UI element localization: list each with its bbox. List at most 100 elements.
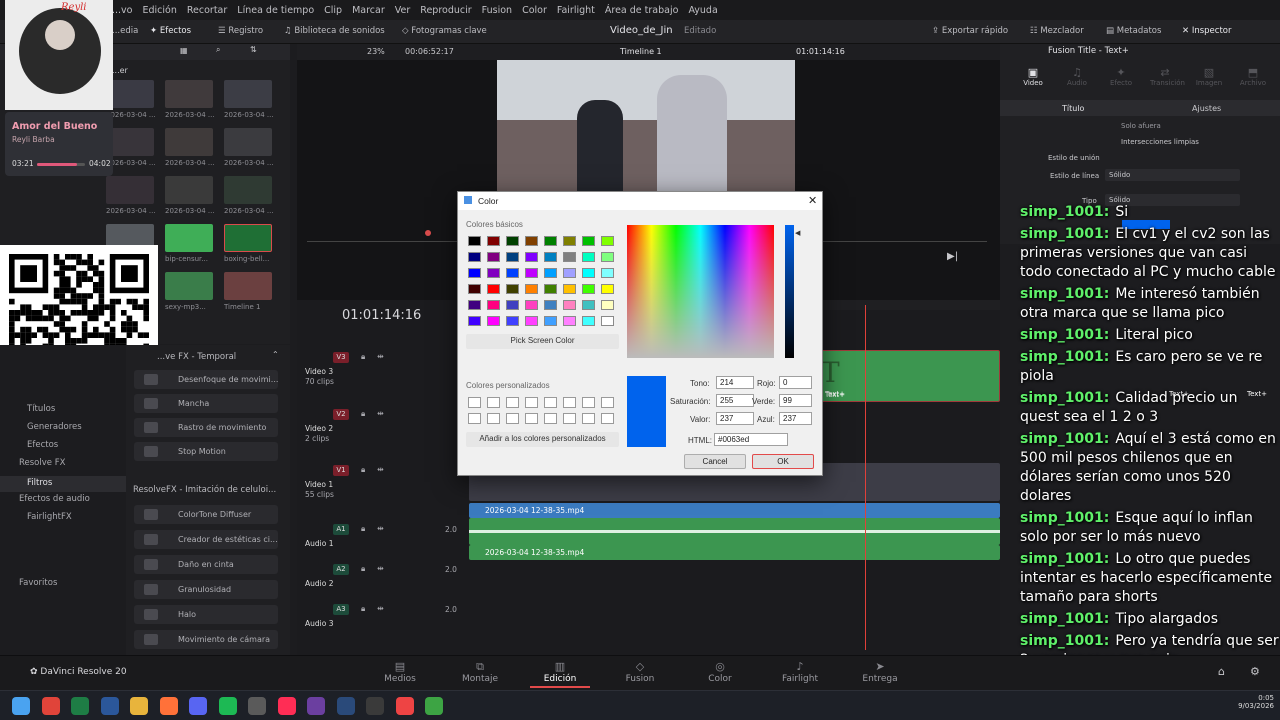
track-id-badge[interactable]: V3 [333, 352, 349, 363]
basic-color-swatch[interactable] [601, 284, 614, 294]
basic-color-swatch[interactable] [601, 236, 614, 246]
cancel-button[interactable]: Cancel [684, 454, 746, 469]
media-thumbnail[interactable] [165, 272, 213, 300]
taskbar-app-icon[interactable] [366, 697, 384, 715]
custom-color-swatch[interactable] [544, 397, 557, 408]
custom-color-swatch[interactable] [563, 413, 576, 424]
track-header[interactable]: A1 Audio 1 2.0 🔒︎ ⇹ [297, 522, 467, 562]
basic-color-swatch[interactable] [487, 252, 500, 262]
basic-color-swatch[interactable] [601, 300, 614, 310]
hue-input[interactable]: 214 [716, 376, 754, 389]
basic-color-swatch[interactable] [544, 284, 557, 294]
link-icon[interactable]: ⇹ [377, 564, 384, 573]
media-thumbnail[interactable] [165, 176, 213, 204]
sound-library-tab[interactable]: ♫ Biblioteca de sonidos [284, 26, 385, 36]
basic-color-swatch[interactable] [525, 252, 538, 262]
grid-view-icon[interactable]: ▦ [180, 46, 188, 55]
basic-color-swatch[interactable] [544, 316, 557, 326]
menu-item[interactable]: Línea de tiempo [237, 5, 314, 16]
lock-icon[interactable]: 🔒︎ [361, 604, 365, 614]
basic-color-swatch[interactable] [582, 300, 595, 310]
taskbar-app-icon[interactable] [189, 697, 207, 715]
track-header[interactable]: V3 Video 3 70 clips 🔒︎ ⇹ [297, 350, 467, 390]
page-tab[interactable]: ⧉ Montaje [450, 660, 510, 684]
timeline-playhead[interactable] [865, 305, 866, 650]
taskbar-app-icon[interactable] [277, 697, 296, 715]
basic-color-swatch[interactable] [563, 300, 576, 310]
taskbar-app-icon[interactable] [159, 697, 178, 715]
nav-titles[interactable]: Títulos [27, 404, 55, 414]
link-icon[interactable]: ⇹ [377, 604, 384, 613]
media-thumbnail[interactable] [106, 176, 154, 204]
custom-color-swatch[interactable] [582, 397, 595, 408]
playhead-marker[interactable] [425, 230, 431, 236]
basic-color-swatch[interactable] [525, 316, 538, 326]
basic-color-swatch[interactable] [601, 316, 614, 326]
inspector-tab[interactable]: ⬒ Archivo [1238, 66, 1268, 87]
media-thumbnail[interactable] [224, 80, 272, 108]
pick-screen-color-button[interactable]: Pick Screen Color [466, 334, 619, 349]
red-input[interactable]: 0 [779, 376, 812, 389]
blue-input[interactable]: 237 [779, 412, 812, 425]
menu-item[interactable]: Reproducir [420, 5, 471, 16]
media-thumbnail[interactable] [165, 128, 213, 156]
sort-icon[interactable]: ⇅ [250, 45, 257, 54]
basic-color-swatch[interactable] [563, 236, 576, 246]
media-thumbnail[interactable] [224, 224, 272, 252]
effect-item[interactable]: Desenfoque de movimi... [134, 370, 278, 389]
lock-icon[interactable]: 🔒︎ [361, 564, 365, 574]
basic-color-swatch[interactable] [487, 236, 500, 246]
link-icon[interactable]: ⇹ [377, 465, 384, 474]
custom-color-swatch[interactable] [544, 413, 557, 424]
metadata-button[interactable]: ▤ Metadatos [1106, 26, 1161, 36]
lock-icon[interactable]: 🔒︎ [361, 409, 365, 419]
timeline-selector[interactable]: Timeline 1 [620, 47, 662, 56]
menu-item[interactable]: Ayuda [688, 5, 717, 16]
lock-icon[interactable]: 🔒︎ [361, 352, 365, 362]
menu-item[interactable]: Fairlight [557, 5, 595, 16]
menu-item[interactable]: Área de trabajo [605, 5, 679, 16]
value-slider[interactable] [785, 225, 794, 358]
effect-item[interactable]: Halo [134, 605, 278, 624]
effects-tab[interactable]: ✦ Efectos [150, 26, 191, 36]
media-thumbnail[interactable] [165, 224, 213, 252]
taskbar-app-icon[interactable] [336, 697, 355, 715]
basic-color-swatch[interactable] [563, 252, 576, 262]
page-tab[interactable]: ➤ Entrega [850, 660, 910, 684]
audio-clip-2[interactable]: 2026-03-04 12-38-35.mp4 [469, 545, 1000, 560]
basic-color-swatch[interactable] [525, 236, 538, 246]
basic-color-swatch[interactable] [525, 300, 538, 310]
menu-item[interactable]: Clip [324, 5, 342, 16]
custom-color-swatch[interactable] [582, 413, 595, 424]
basic-color-swatch[interactable] [601, 268, 614, 278]
track-header[interactable]: V1 Video 1 55 clips 🔒︎ ⇹ [297, 463, 467, 503]
basic-color-swatch[interactable] [506, 236, 519, 246]
media-thumbnail[interactable] [224, 176, 272, 204]
basic-color-swatch[interactable] [468, 284, 481, 294]
audio-clip-header[interactable]: 2026-03-04 12-38-35.mp4 [469, 503, 1000, 518]
basic-color-swatch[interactable] [544, 300, 557, 310]
taskbar-app-icon[interactable] [218, 697, 237, 715]
taskbar-app-icon[interactable] [12, 697, 30, 715]
nav-favorites[interactable]: Favoritos [19, 578, 57, 588]
inspector-tab[interactable]: ♫ Audio [1062, 66, 1092, 87]
basic-color-swatch[interactable] [506, 316, 519, 326]
basic-color-swatch[interactable] [487, 300, 500, 310]
track-id-badge[interactable]: V2 [333, 409, 349, 420]
registro-tab[interactable]: ☰ Registro [218, 26, 263, 36]
menu-item[interactable]: Ver [395, 5, 411, 16]
basic-color-swatch[interactable] [487, 268, 500, 278]
audio-waveform[interactable] [469, 518, 1000, 545]
inspector-button[interactable]: ✕ Inspector [1182, 26, 1231, 36]
taskbar-app-icon[interactable] [130, 697, 148, 715]
search-icon[interactable]: ⌕ [216, 45, 220, 55]
nav-resolve-fx[interactable]: Resolve FX [19, 458, 65, 468]
inspector-tab[interactable]: ▣ Video [1018, 66, 1048, 87]
basic-color-swatch[interactable] [506, 268, 519, 278]
page-tab[interactable]: ♪ Fairlight [770, 660, 830, 684]
basic-color-swatch[interactable] [525, 268, 538, 278]
menu-item[interactable]: Color [522, 5, 547, 16]
basic-color-swatch[interactable] [582, 284, 595, 294]
progress-track[interactable] [37, 163, 85, 166]
taskbar-app-icon[interactable] [41, 697, 60, 715]
